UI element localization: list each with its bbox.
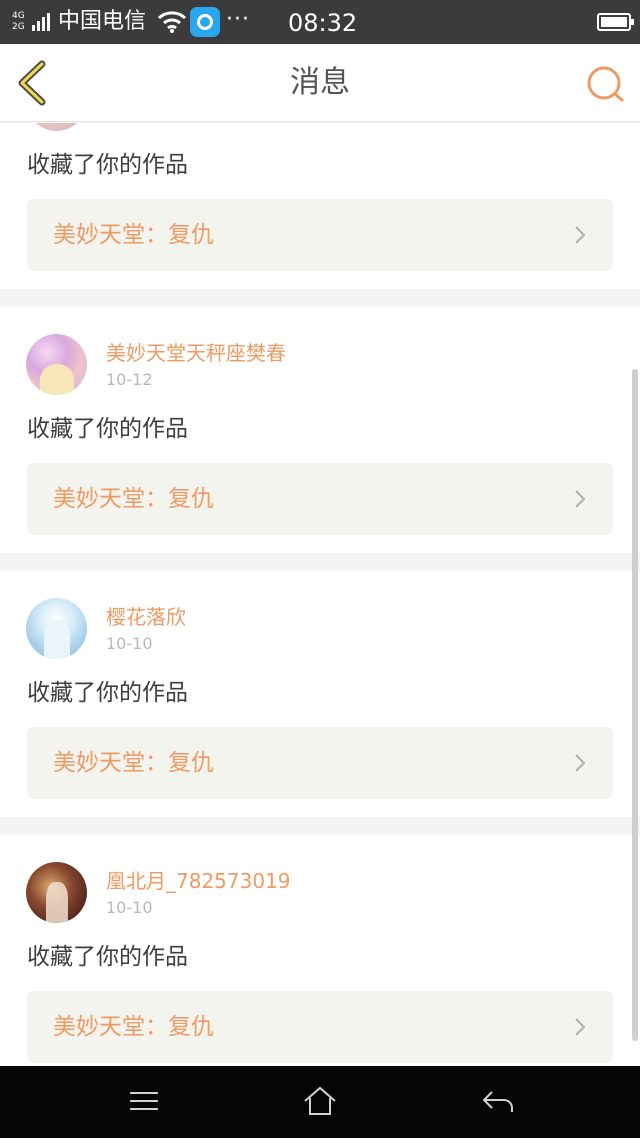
top-bar: 消息 (0, 44, 640, 122)
message-action: 收藏了你的作品 (27, 680, 188, 706)
app-notification-icon (190, 7, 220, 37)
menu-icon[interactable] (120, 1084, 168, 1120)
network-type-4g: 4G (12, 11, 25, 21)
work-title: 美妙天堂：复仇 (53, 750, 214, 776)
chevron-right-icon (575, 226, 585, 244)
network-type-2g: 2G (12, 22, 25, 32)
message-date: 10-13 (106, 123, 153, 126)
username[interactable]: 凰北月_782573019 (106, 868, 291, 894)
work-title: 美妙天堂：复仇 (53, 1014, 214, 1040)
avatar[interactable] (26, 334, 87, 395)
chevron-right-icon (575, 754, 585, 772)
work-link[interactable]: 美妙天堂：复仇 (27, 463, 613, 535)
avatar[interactable] (26, 598, 87, 659)
battery-icon (597, 13, 634, 31)
work-link[interactable]: 美妙天堂：复仇 (27, 199, 613, 271)
message-action: 收藏了你的作品 (27, 944, 188, 970)
work-title: 美妙天堂：复仇 (53, 222, 214, 248)
message-date: 10-10 (106, 898, 153, 917)
page-title: 消息 (290, 65, 350, 100)
status-bar: 4G 2G 中国电信 ··· 08:32 (0, 0, 640, 44)
work-title: 美妙天堂：复仇 (53, 486, 214, 512)
wifi-icon (157, 11, 187, 33)
message-action: 收藏了你的作品 (27, 152, 188, 178)
message-action: 收藏了你的作品 (27, 416, 188, 442)
signal-icon: 4G 2G (12, 9, 52, 35)
message-date: 10-10 (106, 634, 153, 653)
chevron-right-icon (575, 1018, 585, 1036)
carrier-name: 中国电信 (58, 9, 147, 34)
work-link[interactable]: 美妙天堂：复仇 (27, 991, 613, 1063)
scrollbar[interactable] (632, 369, 638, 1041)
list-item: 美妙天堂天秤座樊春 10-12 收藏了你的作品 美妙天堂：复仇 (0, 307, 640, 553)
list-item: 樱花落欣 10-10 收藏了你的作品 美妙天堂：复仇 (0, 571, 640, 817)
username[interactable]: 美妙天堂天秤座樊春 (106, 340, 286, 366)
chevron-right-icon (575, 490, 585, 508)
list-item: 10-13 收藏了你的作品 美妙天堂：复仇 (0, 123, 640, 289)
message-date: 10-12 (106, 370, 153, 389)
system-nav-bar (0, 1066, 640, 1138)
list-item: 凰北月_782573019 10-10 收藏了你的作品 美妙天堂：复仇 (0, 835, 640, 1066)
work-link[interactable]: 美妙天堂：复仇 (27, 727, 613, 799)
avatar[interactable] (26, 123, 87, 131)
clock: 08:32 (288, 9, 358, 37)
home-icon[interactable] (296, 1084, 344, 1120)
message-list[interactable]: 10-13 收藏了你的作品 美妙天堂：复仇 美妙天堂天秤座樊春 10-12 收藏… (0, 123, 640, 1066)
username[interactable]: 樱花落欣 (106, 604, 186, 630)
search-icon[interactable] (584, 62, 628, 106)
back-arrow-icon[interactable] (474, 1084, 522, 1120)
more-notifications-indicator: ··· (226, 7, 250, 32)
avatar[interactable] (26, 862, 87, 923)
